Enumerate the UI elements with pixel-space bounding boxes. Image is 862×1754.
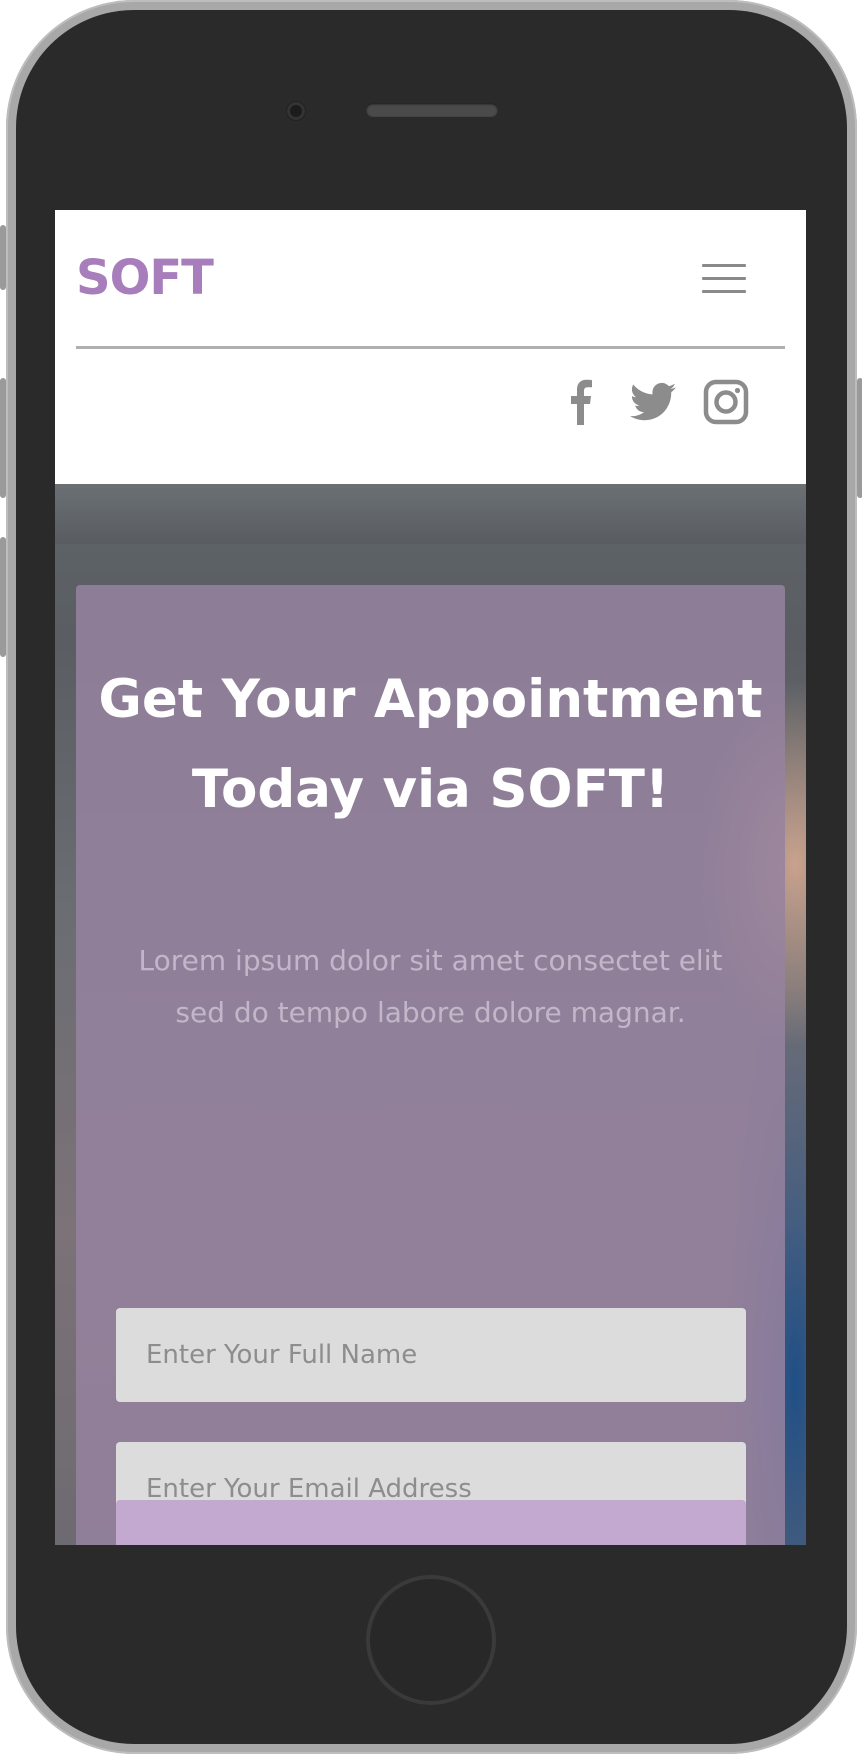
- appointment-card: Get Your Appointment Today via SOFT! Lor…: [76, 585, 785, 1545]
- submit-button[interactable]: [116, 1500, 746, 1545]
- power-button: [857, 378, 862, 498]
- hamburger-menu-icon[interactable]: [702, 264, 746, 294]
- site-header: SOFT: [55, 210, 806, 484]
- earpiece-speaker: [366, 103, 498, 117]
- facebook-icon[interactable]: [562, 378, 598, 426]
- hero-background-top: [55, 484, 806, 544]
- header-divider: [76, 346, 785, 349]
- home-button[interactable]: [366, 1575, 496, 1705]
- front-camera: [287, 102, 305, 120]
- full-name-input[interactable]: [116, 1308, 746, 1402]
- mute-switch: [0, 225, 6, 290]
- instagram-icon[interactable]: [702, 378, 750, 426]
- logo[interactable]: SOFT: [76, 254, 214, 302]
- hero-title: Get Your Appointment Today via SOFT!: [98, 669, 763, 820]
- device-screen: SOFT Get Your Appointment Today via SOFT…: [55, 210, 806, 1545]
- volume-down-button: [0, 537, 6, 657]
- hero-subtitle: Lorem ipsum dolor sit amet consectet eli…: [138, 944, 723, 1029]
- twitter-icon[interactable]: [628, 378, 678, 426]
- volume-up-button: [0, 378, 6, 498]
